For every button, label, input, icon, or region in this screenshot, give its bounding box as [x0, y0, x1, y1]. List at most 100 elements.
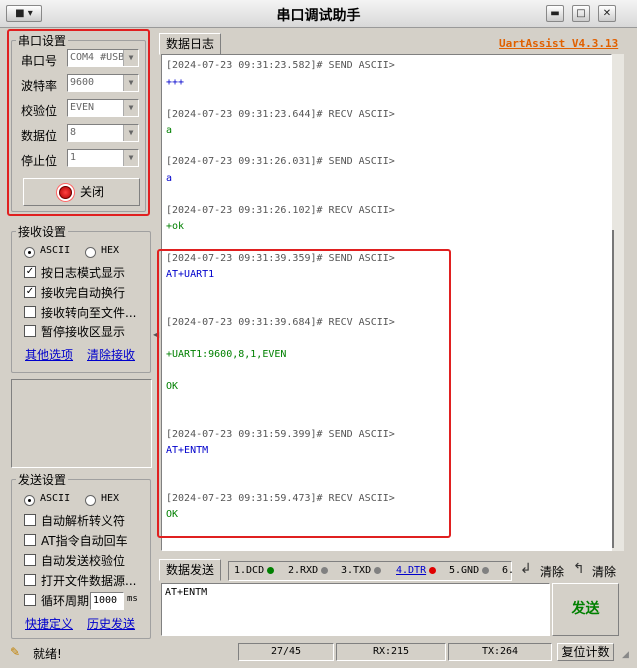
title-bar: ■ ▾ 串口调试助手 ▬ □ ✕: [0, 0, 637, 28]
signal-txd-label: 3.TXD: [341, 565, 372, 576]
parity-label: 校验位: [21, 104, 58, 118]
send-file-source-checkbox[interactable]: [24, 574, 36, 586]
log-entry-data: +UART1:9600,8,1,EVEN: [166, 349, 287, 360]
send-ascii-radio[interactable]: [24, 495, 35, 506]
log-entry-header: [2024-07-23 09:31:23.582]# SEND ASCII>: [166, 60, 395, 71]
close-port-label: 关闭: [79, 185, 104, 199]
signal-dtr[interactable]: 4.DTR: [396, 565, 437, 576]
recv-hex-label: HEX: [101, 245, 120, 256]
status-icon: ✎: [10, 645, 21, 659]
signal-gnd-label: 5.GND: [449, 565, 480, 576]
stopbits-select[interactable]: 1 ▼: [67, 149, 139, 167]
send-checksum-checkbox[interactable]: [24, 554, 36, 566]
send-history-link[interactable]: 历史发送: [87, 615, 135, 632]
send-option-label: 打开文件数据源...: [41, 574, 137, 588]
send-shortcut-link[interactable]: 快捷定义: [25, 615, 73, 632]
minimize-icon[interactable]: ▬: [546, 5, 564, 22]
recv-clear-link[interactable]: 清除接收: [87, 346, 135, 363]
recv-pause-checkbox[interactable]: [24, 325, 36, 337]
splitter-handle[interactable]: ◀: [153, 330, 159, 344]
resize-grip-icon[interactable]: ◢: [622, 650, 629, 660]
signal-rxd: 2.RXD: [288, 565, 329, 576]
log-entry-data: OK: [166, 381, 179, 392]
recv-option-label: 按日志模式显示: [41, 266, 126, 280]
reset-counter-button[interactable]: 复位计数: [557, 643, 614, 661]
status-text: 就绪!: [33, 647, 62, 661]
recv-more-options-link[interactable]: 其他选项: [25, 346, 73, 363]
signal-dtr-label: 4.DTR: [396, 565, 427, 576]
progress-counter: 27/45: [238, 643, 334, 661]
baud-label: 波特率: [21, 79, 58, 93]
chevron-down-icon[interactable]: ▼: [123, 100, 138, 116]
close-icon[interactable]: ✕: [598, 5, 616, 22]
log-entry-data: +++: [166, 77, 185, 88]
recv-option-label: 暂停接收区显示: [41, 325, 126, 339]
log-entry-header: [2024-07-23 09:31:39.359]# SEND ASCII>: [166, 253, 395, 264]
signal-6-label: 6.: [502, 565, 515, 576]
maximize-icon[interactable]: □: [572, 5, 590, 22]
signal-gnd: 5.GND: [449, 565, 490, 576]
tab-data-log[interactable]: 数据日志: [159, 33, 221, 55]
recv-to-file-checkbox[interactable]: [24, 306, 36, 318]
clear-send-icon[interactable]: ↰: [573, 561, 585, 577]
log-area[interactable]: [2024-07-23 09:31:23.582]# SEND ASCII> +…: [161, 54, 612, 551]
chevron-down-icon[interactable]: ▼: [123, 50, 138, 66]
chevron-down-icon[interactable]: ▼: [123, 75, 138, 91]
clear-receive-button[interactable]: 清除: [540, 563, 564, 580]
blank-panel: [11, 379, 152, 468]
recv-auto-newline-checkbox[interactable]: ✓: [24, 286, 36, 298]
signal-dcd: 1.DCD: [234, 565, 275, 576]
log-entry-data: AT+UART1: [166, 269, 215, 280]
send-loop-checkbox[interactable]: [24, 594, 36, 606]
receive-settings-legend: 接收设置: [16, 223, 69, 240]
signal-rxd-label: 2.RXD: [288, 565, 319, 576]
recv-ascii-label: ASCII: [40, 245, 71, 256]
databits-select[interactable]: 8 ▼: [67, 124, 139, 142]
send-button[interactable]: 发送: [552, 583, 619, 636]
recv-ascii-radio[interactable]: [24, 247, 35, 258]
status-led-icon: [482, 566, 490, 574]
rx-counter: RX:215: [336, 643, 446, 661]
window-title: 串口调试助手: [276, 8, 361, 24]
status-led-icon: [374, 566, 382, 574]
recv-log-mode-checkbox[interactable]: ✓: [24, 266, 36, 278]
signal-txd: 3.TXD: [341, 565, 382, 576]
tab-data-send[interactable]: 数据发送: [159, 559, 221, 581]
chevron-down-icon[interactable]: ▼: [123, 150, 138, 166]
databits-value: 8: [70, 127, 77, 138]
port-label: 串口号: [21, 54, 58, 68]
chevron-down-icon[interactable]: ▼: [123, 125, 138, 141]
tx-counter: TX:264: [448, 643, 552, 661]
send-ascii-label: ASCII: [40, 493, 71, 504]
log-entry-header: [2024-07-23 09:31:26.102]# RECV ASCII>: [166, 205, 395, 216]
loop-period-input[interactable]: 1000: [90, 592, 124, 610]
close-port-button[interactable]: 关闭: [23, 178, 140, 206]
log-entry-header: [2024-07-23 09:31:59.473]# RECV ASCII>: [166, 493, 395, 504]
log-entry-data: a: [166, 173, 173, 184]
tab-data-send-label: 数据发送: [165, 563, 214, 577]
send-option-label: 循环周期: [41, 594, 90, 608]
brand-link[interactable]: UartAssist V4.3.13: [499, 37, 618, 50]
clear-receive-icon[interactable]: ↲: [520, 561, 532, 577]
log-entry-header: [2024-07-23 09:31:23.644]# RECV ASCII>: [166, 109, 395, 120]
port-select[interactable]: COM4 #USB ▼: [67, 49, 139, 67]
send-escape-checkbox[interactable]: [24, 514, 36, 526]
recv-hex-radio[interactable]: [85, 247, 96, 258]
send-hex-label: HEX: [101, 493, 120, 504]
send-hex-radio[interactable]: [85, 495, 96, 506]
log-entry-header: [2024-07-23 09:31:26.031]# SEND ASCII>: [166, 156, 395, 167]
signal-6: 6.: [502, 565, 514, 576]
stopbits-label: 停止位: [21, 154, 58, 168]
send-input[interactable]: AT+ENTM: [161, 583, 550, 636]
baud-value: 9600: [70, 77, 95, 88]
parity-select[interactable]: EVEN ▼: [67, 99, 139, 117]
baud-select[interactable]: 9600 ▼: [67, 74, 139, 92]
log-entry-data: AT+ENTM: [166, 445, 209, 456]
send-at-cr-checkbox[interactable]: [24, 534, 36, 546]
signal-dcd-label: 1.DCD: [234, 565, 265, 576]
log-entry-header: [2024-07-23 09:31:39.684]# RECV ASCII>: [166, 317, 395, 328]
log-scrollbar-thumb[interactable]: [612, 230, 614, 548]
clear-send-button[interactable]: 清除: [592, 563, 616, 580]
stopbits-value: 1: [70, 152, 77, 163]
databits-label: 数据位: [21, 129, 58, 143]
